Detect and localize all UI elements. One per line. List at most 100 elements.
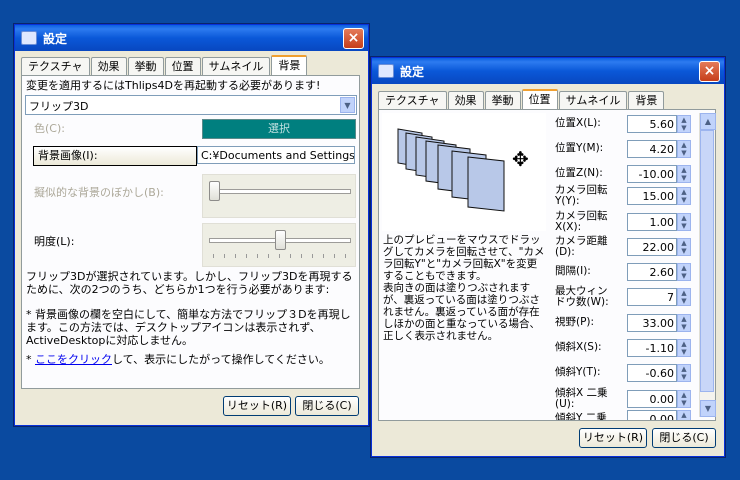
spinner-arrows-icon[interactable]: ▲▼: [677, 288, 691, 306]
preview-windows-graphic: [397, 128, 505, 212]
mode-description: フリップ3Dが選択されています。しかし、フリップ3Dを再現するために、次の2つの…: [26, 270, 353, 296]
window-title: 設定: [400, 64, 425, 79]
field-label: カメラ距離(D):: [555, 235, 608, 258]
tab-background[interactable]: 背景: [271, 55, 308, 76]
reset-button[interactable]: リセット(R): [579, 428, 647, 448]
field-label: 最大ウィンドウ数(W):: [555, 285, 609, 308]
spinner-arrows-icon[interactable]: ▲▼: [677, 140, 691, 158]
scrollbar-thumb[interactable]: [700, 130, 714, 392]
option-blank-image-description: * 背景画像の欄を空白にして、簡単な方法でフリップ３Dを再現します。この方法では…: [26, 308, 351, 347]
app-icon: [21, 31, 37, 45]
background-tab-panel: 変更を適用するにはThlips4Dを再起動する必要があります! フリップ3D ▼…: [21, 75, 360, 389]
color-label: 色(C):: [34, 122, 65, 135]
background-image-path-field[interactable]: C:¥Documents and Settings¥E: [197, 146, 355, 164]
spinner-arrows-icon[interactable]: ▲▼: [677, 364, 691, 382]
field-label: カメラ回転Y(Y):: [555, 184, 608, 207]
field-label: 傾斜Y(T):: [555, 366, 601, 378]
spinner-arrows-icon[interactable]: ▲▼: [677, 238, 691, 256]
spinner-arrows-icon[interactable]: ▲▼: [677, 187, 691, 205]
field-label: 傾斜X(S):: [555, 341, 602, 353]
tab-position[interactable]: 位置: [164, 57, 201, 75]
slider-tick: [246, 254, 247, 258]
field-input[interactable]: 0.00: [627, 410, 677, 420]
slider-tick: [257, 254, 258, 258]
field-input[interactable]: 15.00: [627, 187, 677, 205]
slider-tick: [312, 254, 313, 258]
spinner-arrows-icon[interactable]: ▲▼: [677, 263, 691, 281]
brightness-slider[interactable]: [202, 223, 356, 267]
field-input[interactable]: -10.00: [627, 165, 677, 183]
chevron-down-icon[interactable]: ▼: [340, 97, 355, 113]
field-label: カメラ回転X(X):: [555, 210, 608, 233]
tab-thumbnail[interactable]: サムネイル: [201, 57, 271, 75]
restart-notice: 変更を適用するにはThlips4Dを再起動する必要があります!: [26, 79, 321, 92]
settings-window-position: 設定 × テクスチャ 効果 挙動 位置 サムネイル 背景 ✥ 上のプレビューをマ…: [371, 57, 725, 457]
tab-effects[interactable]: 効果: [90, 57, 127, 75]
close-button[interactable]: 閉じる(C): [295, 396, 359, 416]
reset-button[interactable]: リセット(R): [223, 396, 291, 416]
spinner-arrows-icon[interactable]: ▲▼: [677, 339, 691, 357]
slider-tick: [235, 254, 236, 258]
tab-position[interactable]: 位置: [521, 89, 558, 110]
spinner-arrows-icon[interactable]: ▲▼: [677, 410, 691, 420]
field-input[interactable]: 0.00: [627, 390, 677, 408]
settings-window-background: 設定 × テクスチャ 効果 挙動 位置 サムネイル 背景 変更を適用するにはTh…: [14, 24, 369, 426]
tab-behavior[interactable]: 挙動: [484, 91, 521, 109]
scroll-down-icon[interactable]: ▼: [700, 400, 716, 417]
slider-tick: [224, 254, 225, 258]
scroll-up-icon[interactable]: ▲: [700, 113, 716, 130]
preview-help-text: 上のプレビューをマウスでドラッグしてカメラを回転させて、"カメラ回転Y"と"カメ…: [383, 234, 545, 342]
field-input[interactable]: 1.00: [627, 213, 677, 231]
brightness-label: 明度(L):: [34, 235, 75, 248]
field-input[interactable]: 2.60: [627, 263, 677, 281]
window-titlebar[interactable]: 設定 ×: [15, 25, 368, 51]
spinner-arrows-icon[interactable]: ▲▼: [677, 115, 691, 133]
camera-preview[interactable]: ✥: [382, 113, 546, 231]
field-input[interactable]: 5.60: [627, 115, 677, 133]
field-label: 間隔(I):: [555, 265, 591, 277]
close-button[interactable]: 閉じる(C): [652, 428, 716, 448]
tab-background[interactable]: 背景: [628, 91, 665, 109]
field-input[interactable]: 33.00: [627, 314, 677, 332]
slider-tick: [268, 254, 269, 258]
tab-texture[interactable]: テクスチャ: [21, 57, 90, 75]
slider-tick: [334, 254, 335, 258]
field-input[interactable]: -1.10: [627, 339, 677, 357]
move-icon: ✥: [512, 147, 529, 171]
background-blur-slider-thumb[interactable]: [209, 181, 220, 201]
slider-tick: [301, 254, 302, 258]
field-input[interactable]: -0.60: [627, 364, 677, 382]
mode-select[interactable]: フリップ3D ▼: [25, 95, 357, 115]
close-icon[interactable]: ×: [699, 61, 720, 82]
background-blur-label: 擬似的な背景のぼかし(B):: [34, 186, 164, 199]
field-label: 位置X(L):: [555, 117, 601, 129]
brightness-slider-thumb[interactable]: [274, 230, 286, 250]
close-icon[interactable]: ×: [343, 28, 364, 49]
window-title: 設定: [43, 31, 68, 46]
slider-tick: [345, 254, 346, 258]
field-input[interactable]: 22.00: [627, 238, 677, 256]
field-input[interactable]: 7: [627, 288, 677, 306]
tab-thumbnail[interactable]: サムネイル: [558, 91, 628, 109]
color-select-button[interactable]: 選択: [202, 119, 356, 139]
field-label: 傾斜X 二乗(U):: [555, 387, 608, 410]
field-label: 位置Z(N):: [555, 167, 603, 179]
tab-texture[interactable]: テクスチャ: [378, 91, 447, 109]
mode-select-value: フリップ3D: [29, 100, 89, 113]
fields-scrollbar[interactable]: ▲ ▼: [699, 113, 716, 417]
click-here-link[interactable]: ここをクリック: [35, 353, 112, 366]
tab-behavior[interactable]: 挙動: [127, 57, 164, 75]
field-input[interactable]: 4.20: [627, 140, 677, 158]
window-titlebar[interactable]: 設定 ×: [372, 58, 724, 84]
spinner-arrows-icon[interactable]: ▲▼: [677, 165, 691, 183]
slider-tick: [279, 254, 280, 258]
spinner-arrows-icon[interactable]: ▲▼: [677, 390, 691, 408]
spinner-arrows-icon[interactable]: ▲▼: [677, 314, 691, 332]
spinner-arrows-icon[interactable]: ▲▼: [677, 213, 691, 231]
app-icon: [378, 64, 394, 78]
background-image-button[interactable]: 背景画像(I):: [33, 146, 197, 166]
field-label: 視野(P):: [555, 316, 595, 328]
background-blur-slider[interactable]: [202, 174, 356, 218]
position-tab-panel: ✥ 上のプレビューをマウスでドラッグしてカメラを回転させて、"カメラ回転Y"と"…: [378, 109, 716, 421]
tab-effects[interactable]: 効果: [447, 91, 484, 109]
